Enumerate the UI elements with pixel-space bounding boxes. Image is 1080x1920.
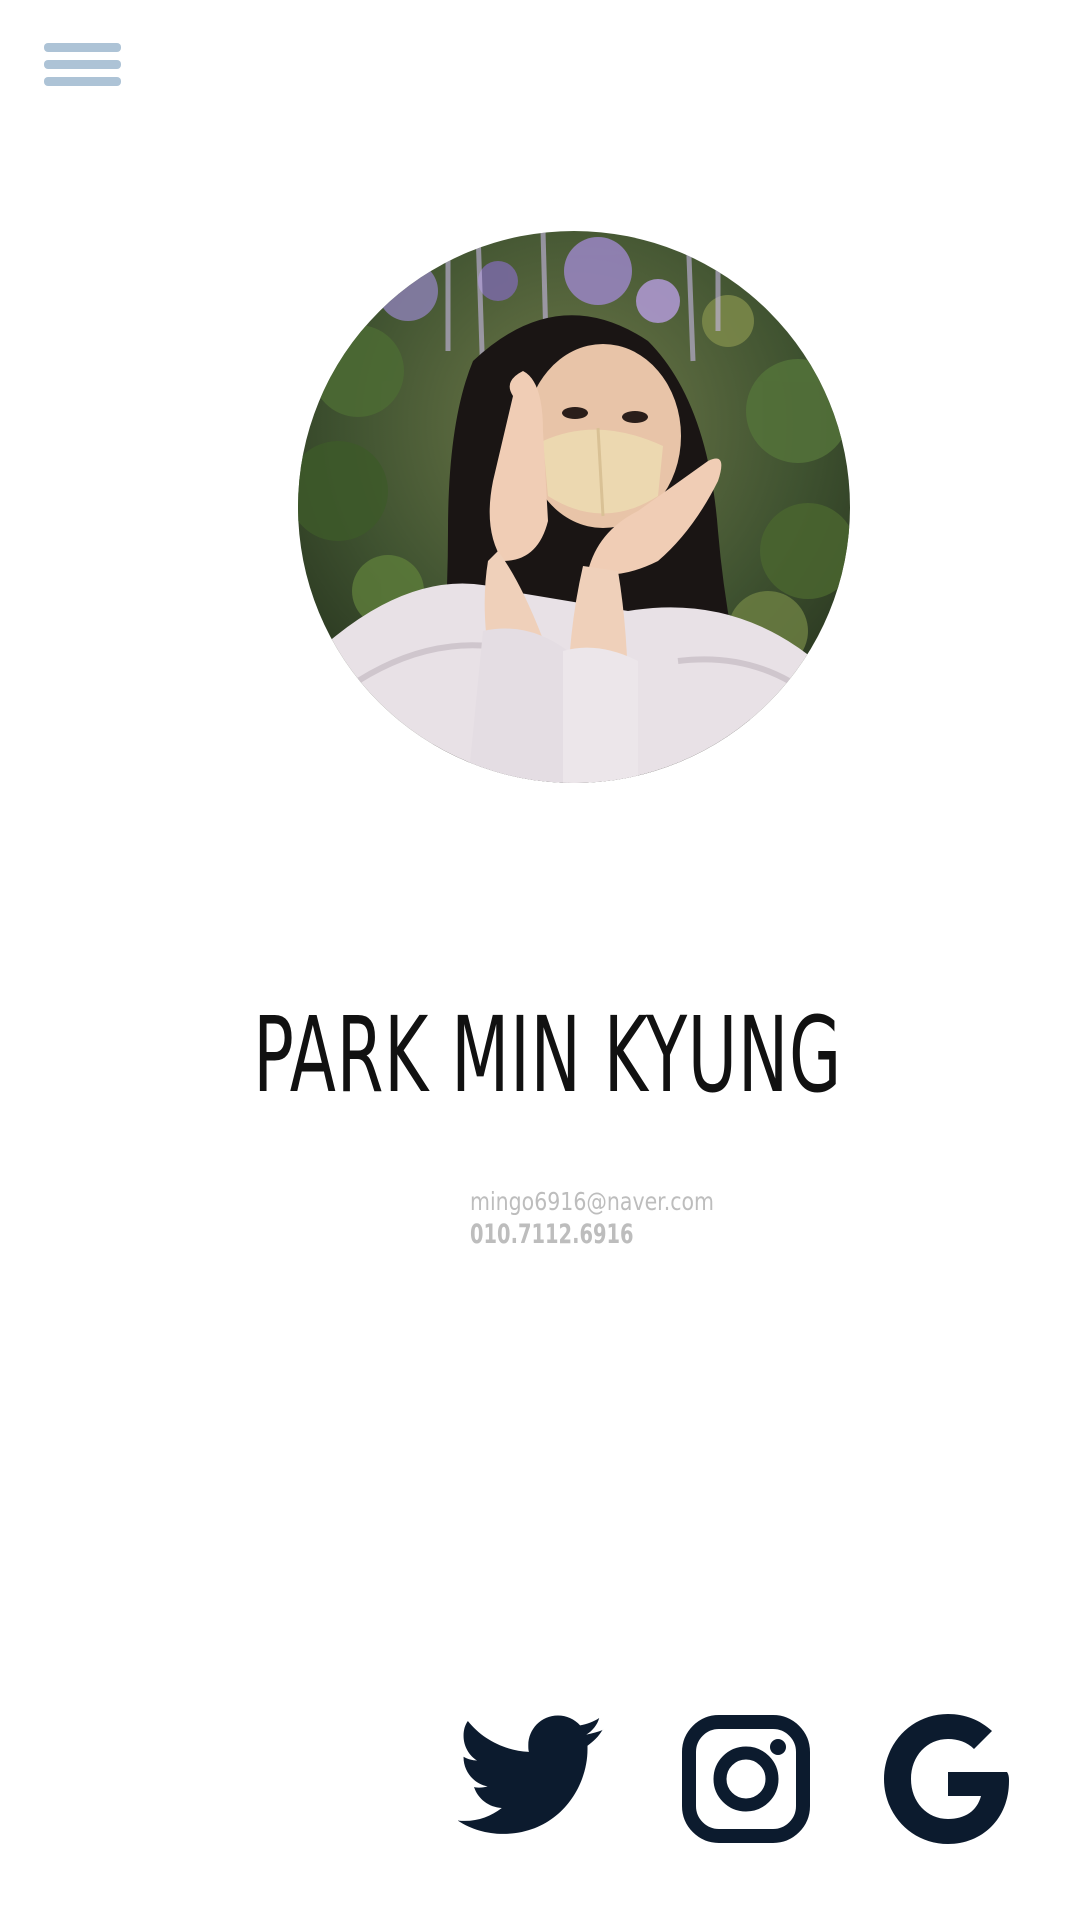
menu-bar [44, 43, 121, 52]
menu-bar [44, 77, 121, 86]
hamburger-menu-icon[interactable] [44, 43, 121, 89]
instagram-icon[interactable] [682, 1714, 810, 1844]
twitter-icon[interactable] [458, 1714, 606, 1844]
email-text[interactable]: mingo6916@naver.com [470, 1186, 716, 1218]
google-icon[interactable] [884, 1714, 1010, 1844]
phone-text[interactable]: 010.7112.6916 [470, 1218, 686, 1252]
menu-bar [44, 60, 121, 69]
profile-name: PARK MIN KYUNG [253, 994, 842, 1116]
profile-photo [298, 231, 850, 783]
contact-info: mingo6916@naver.com 010.7112.6916 [470, 1186, 770, 1252]
